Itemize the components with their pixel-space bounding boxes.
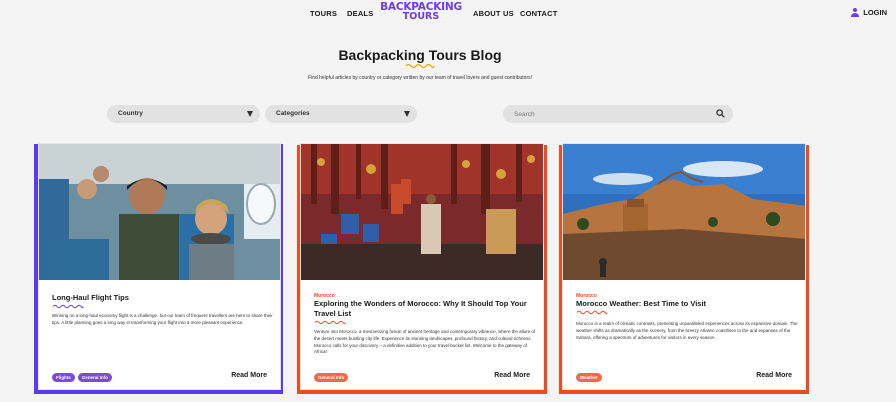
card-tags: Weather bbox=[576, 373, 602, 382]
logo-line-2: TOURS bbox=[402, 11, 440, 22]
blog-card-2[interactable]: Morocco Exploring the Wonders of Morocco… bbox=[300, 143, 544, 390]
user-icon bbox=[851, 8, 860, 17]
title-squiggle-icon bbox=[314, 320, 346, 325]
top-nav: TOURS DEALS BACKPACKING TOURS ABOUT US C… bbox=[0, 0, 896, 30]
title-squiggle-icon bbox=[405, 63, 435, 69]
read-more-link[interactable]: Read More bbox=[231, 372, 267, 379]
card-image[interactable] bbox=[563, 144, 805, 280]
search-icon[interactable] bbox=[716, 109, 725, 118]
login-label: LOGIN bbox=[863, 8, 887, 17]
blog-card-1[interactable]: Long-Haul Flight Tips Winning on a long-… bbox=[38, 143, 281, 390]
card-description: Morocco is a realm of climatic contrasts… bbox=[576, 321, 798, 340]
card-tags: Flights General Info bbox=[52, 373, 113, 382]
site-logo[interactable]: BACKPACKING TOURS bbox=[380, 2, 462, 22]
tag-general-info[interactable]: General Info bbox=[77, 373, 113, 382]
tag-flights[interactable]: Flights bbox=[52, 373, 75, 382]
card-image[interactable] bbox=[301, 144, 543, 280]
categories-select-label: Categories bbox=[276, 110, 310, 117]
title-squiggle-icon bbox=[52, 304, 84, 309]
blog-page: TOURS DEALS BACKPACKING TOURS ABOUT US C… bbox=[0, 0, 896, 402]
login-link[interactable]: LOGIN bbox=[851, 8, 887, 17]
country-select-label: Country bbox=[118, 110, 143, 117]
categories-select[interactable]: Categories bbox=[265, 105, 417, 123]
chevron-down-icon bbox=[404, 111, 410, 117]
nav-deals-link[interactable]: DEALS bbox=[347, 9, 373, 18]
chevron-down-icon bbox=[247, 111, 253, 117]
blog-card-3[interactable]: Morocco Morocco Weather: Best Time to Vi… bbox=[562, 143, 806, 390]
card-title[interactable]: Long-Haul Flight Tips bbox=[52, 293, 277, 303]
nav-about-link[interactable]: ABOUT US bbox=[473, 9, 514, 18]
title-squiggle-icon bbox=[576, 310, 608, 315]
country-select[interactable]: Country bbox=[107, 105, 260, 123]
card-title[interactable]: Exploring the Wonders of Morocco: Why It… bbox=[314, 299, 539, 318]
card-description: Winning on a long-haul economy flight is… bbox=[52, 313, 273, 325]
page-subtitle: Find helpful articles by country or cate… bbox=[308, 75, 532, 81]
card-image[interactable] bbox=[39, 144, 280, 280]
page-title: Backpacking Tours Blog bbox=[338, 47, 502, 63]
read-more-link[interactable]: Read More bbox=[494, 372, 530, 379]
card-description: Venture into Morocco, a mesmerizing fusi… bbox=[314, 329, 536, 355]
tag-weather[interactable]: Weather bbox=[576, 373, 602, 382]
nav-contact-link[interactable]: CONTACT bbox=[520, 9, 558, 18]
nav-tours-link[interactable]: TOURS bbox=[310, 9, 337, 18]
search-input[interactable] bbox=[503, 105, 733, 123]
card-tags: General Info bbox=[314, 373, 349, 382]
card-title[interactable]: Morocco Weather: Best Time to Visit bbox=[576, 299, 801, 309]
tag-general-info[interactable]: General Info bbox=[314, 373, 349, 382]
read-more-link[interactable]: Read More bbox=[756, 372, 792, 379]
